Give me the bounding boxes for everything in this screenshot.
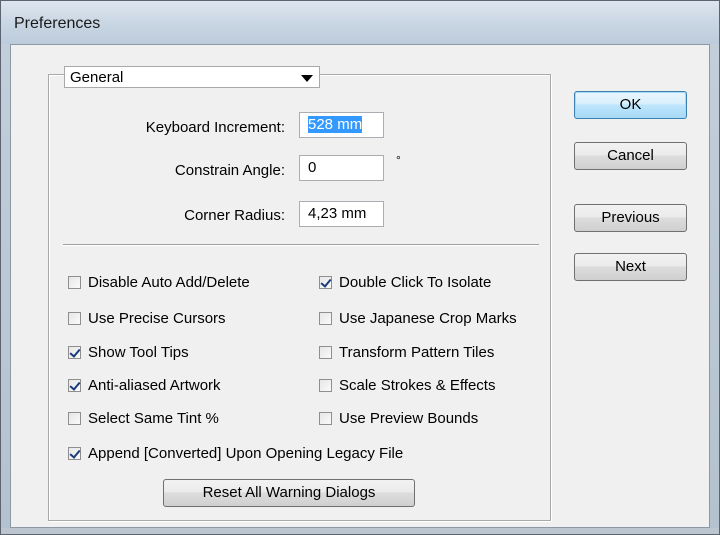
checkbox-show-tool-tips[interactable]: Show Tool Tips	[68, 344, 189, 361]
checkbox-label: Disable Auto Add/Delete	[88, 274, 250, 291]
checkbox-label: Show Tool Tips	[88, 344, 189, 361]
checkbox-box[interactable]	[68, 346, 81, 359]
next-button[interactable]: Next	[574, 253, 687, 281]
checkbox-box[interactable]	[319, 412, 332, 425]
corner-radius-label-text: Corner Radius:	[184, 207, 285, 224]
checkbox-label: Anti-aliased Artwork	[88, 377, 221, 394]
corner-radius-input[interactable]: 4,23 mm	[299, 201, 384, 227]
constrain-angle-label: Constrain Angle:	[85, 162, 285, 179]
constrain-angle-value: 0	[308, 159, 317, 176]
keyboard-increment-label-text: Keyboard Increment:	[145, 119, 285, 136]
keyboard-increment-input[interactable]: 528 mm	[299, 112, 384, 138]
checkbox-use-japanese-crop-marks[interactable]: Use Japanese Crop Marks	[319, 310, 517, 327]
checkbox-label: Scale Strokes & Effects	[339, 377, 496, 394]
previous-button[interactable]: Previous	[574, 204, 687, 232]
options-separator	[63, 244, 539, 246]
keyboard-increment-label: Keyboard Increment:	[85, 119, 285, 136]
dialog-client-area: General Keyboard Increment: 528 mm Const…	[10, 44, 710, 528]
checkbox-use-precise-cursors[interactable]: Use Precise Cursors	[68, 310, 226, 327]
constrain-angle-input[interactable]: 0	[299, 155, 384, 181]
checkbox-label: Use Precise Cursors	[88, 310, 226, 327]
degree-unit: °	[396, 153, 401, 167]
constrain-angle-label-text: Constrain Angle:	[174, 162, 285, 179]
checkbox-label: Transform Pattern Tiles	[339, 344, 495, 361]
checkbox-box[interactable]	[319, 312, 332, 325]
checkbox-label: Select Same Tint %	[88, 410, 219, 427]
checkbox-select-same-tint[interactable]: Select Same Tint %	[68, 410, 219, 427]
preferences-section-select[interactable]: General	[64, 66, 320, 88]
checkbox-transform-pattern-tiles[interactable]: Transform Pattern Tiles	[319, 344, 494, 361]
checkbox-box[interactable]	[68, 412, 81, 425]
checkbox-append-converted[interactable]: Append [Converted] Upon Opening Legacy F…	[68, 445, 403, 462]
checkbox-label: Append [Converted] Upon Opening Legacy F…	[88, 445, 404, 462]
window-left-border	[1, 44, 10, 528]
checkbox-label: Double Click To Isolate	[339, 274, 492, 291]
checkbox-label: Use Preview Bounds	[339, 410, 479, 427]
preferences-dialog: Preferences General Keyboard Increment: …	[0, 0, 720, 535]
dialog-title: Preferences	[14, 15, 101, 32]
checkbox-box[interactable]	[68, 379, 81, 392]
checkbox-box[interactable]	[68, 312, 81, 325]
title-bar[interactable]: Preferences	[1, 1, 719, 45]
checkbox-disable-auto-add-delete[interactable]: Disable Auto Add/Delete	[68, 274, 250, 291]
corner-radius-label: Corner Radius:	[85, 207, 285, 224]
checkbox-box[interactable]	[68, 447, 81, 460]
reset-all-warning-dialogs-button[interactable]: Reset All Warning Dialogs	[163, 479, 415, 507]
checkbox-scale-strokes-effects[interactable]: Scale Strokes & Effects	[319, 377, 495, 394]
checkbox-anti-aliased-artwork[interactable]: Anti-aliased Artwork	[68, 377, 221, 394]
ok-button[interactable]: OK	[574, 91, 687, 119]
cancel-button[interactable]: Cancel	[574, 142, 687, 170]
corner-radius-value: 4,23 mm	[308, 205, 367, 222]
keyboard-increment-value: 528 mm	[308, 116, 363, 133]
checkbox-box[interactable]	[319, 276, 332, 289]
checkbox-box[interactable]	[319, 346, 332, 359]
window-right-border	[710, 44, 719, 528]
chevron-down-icon[interactable]	[301, 75, 313, 82]
checkbox-label: Use Japanese Crop Marks	[339, 310, 517, 327]
checkbox-box[interactable]	[319, 379, 332, 392]
checkbox-box[interactable]	[68, 276, 81, 289]
checkbox-double-click-to-isolate[interactable]: Double Click To Isolate	[319, 274, 491, 291]
section-select-value: General	[70, 69, 124, 86]
checkbox-use-preview-bounds[interactable]: Use Preview Bounds	[319, 410, 478, 427]
